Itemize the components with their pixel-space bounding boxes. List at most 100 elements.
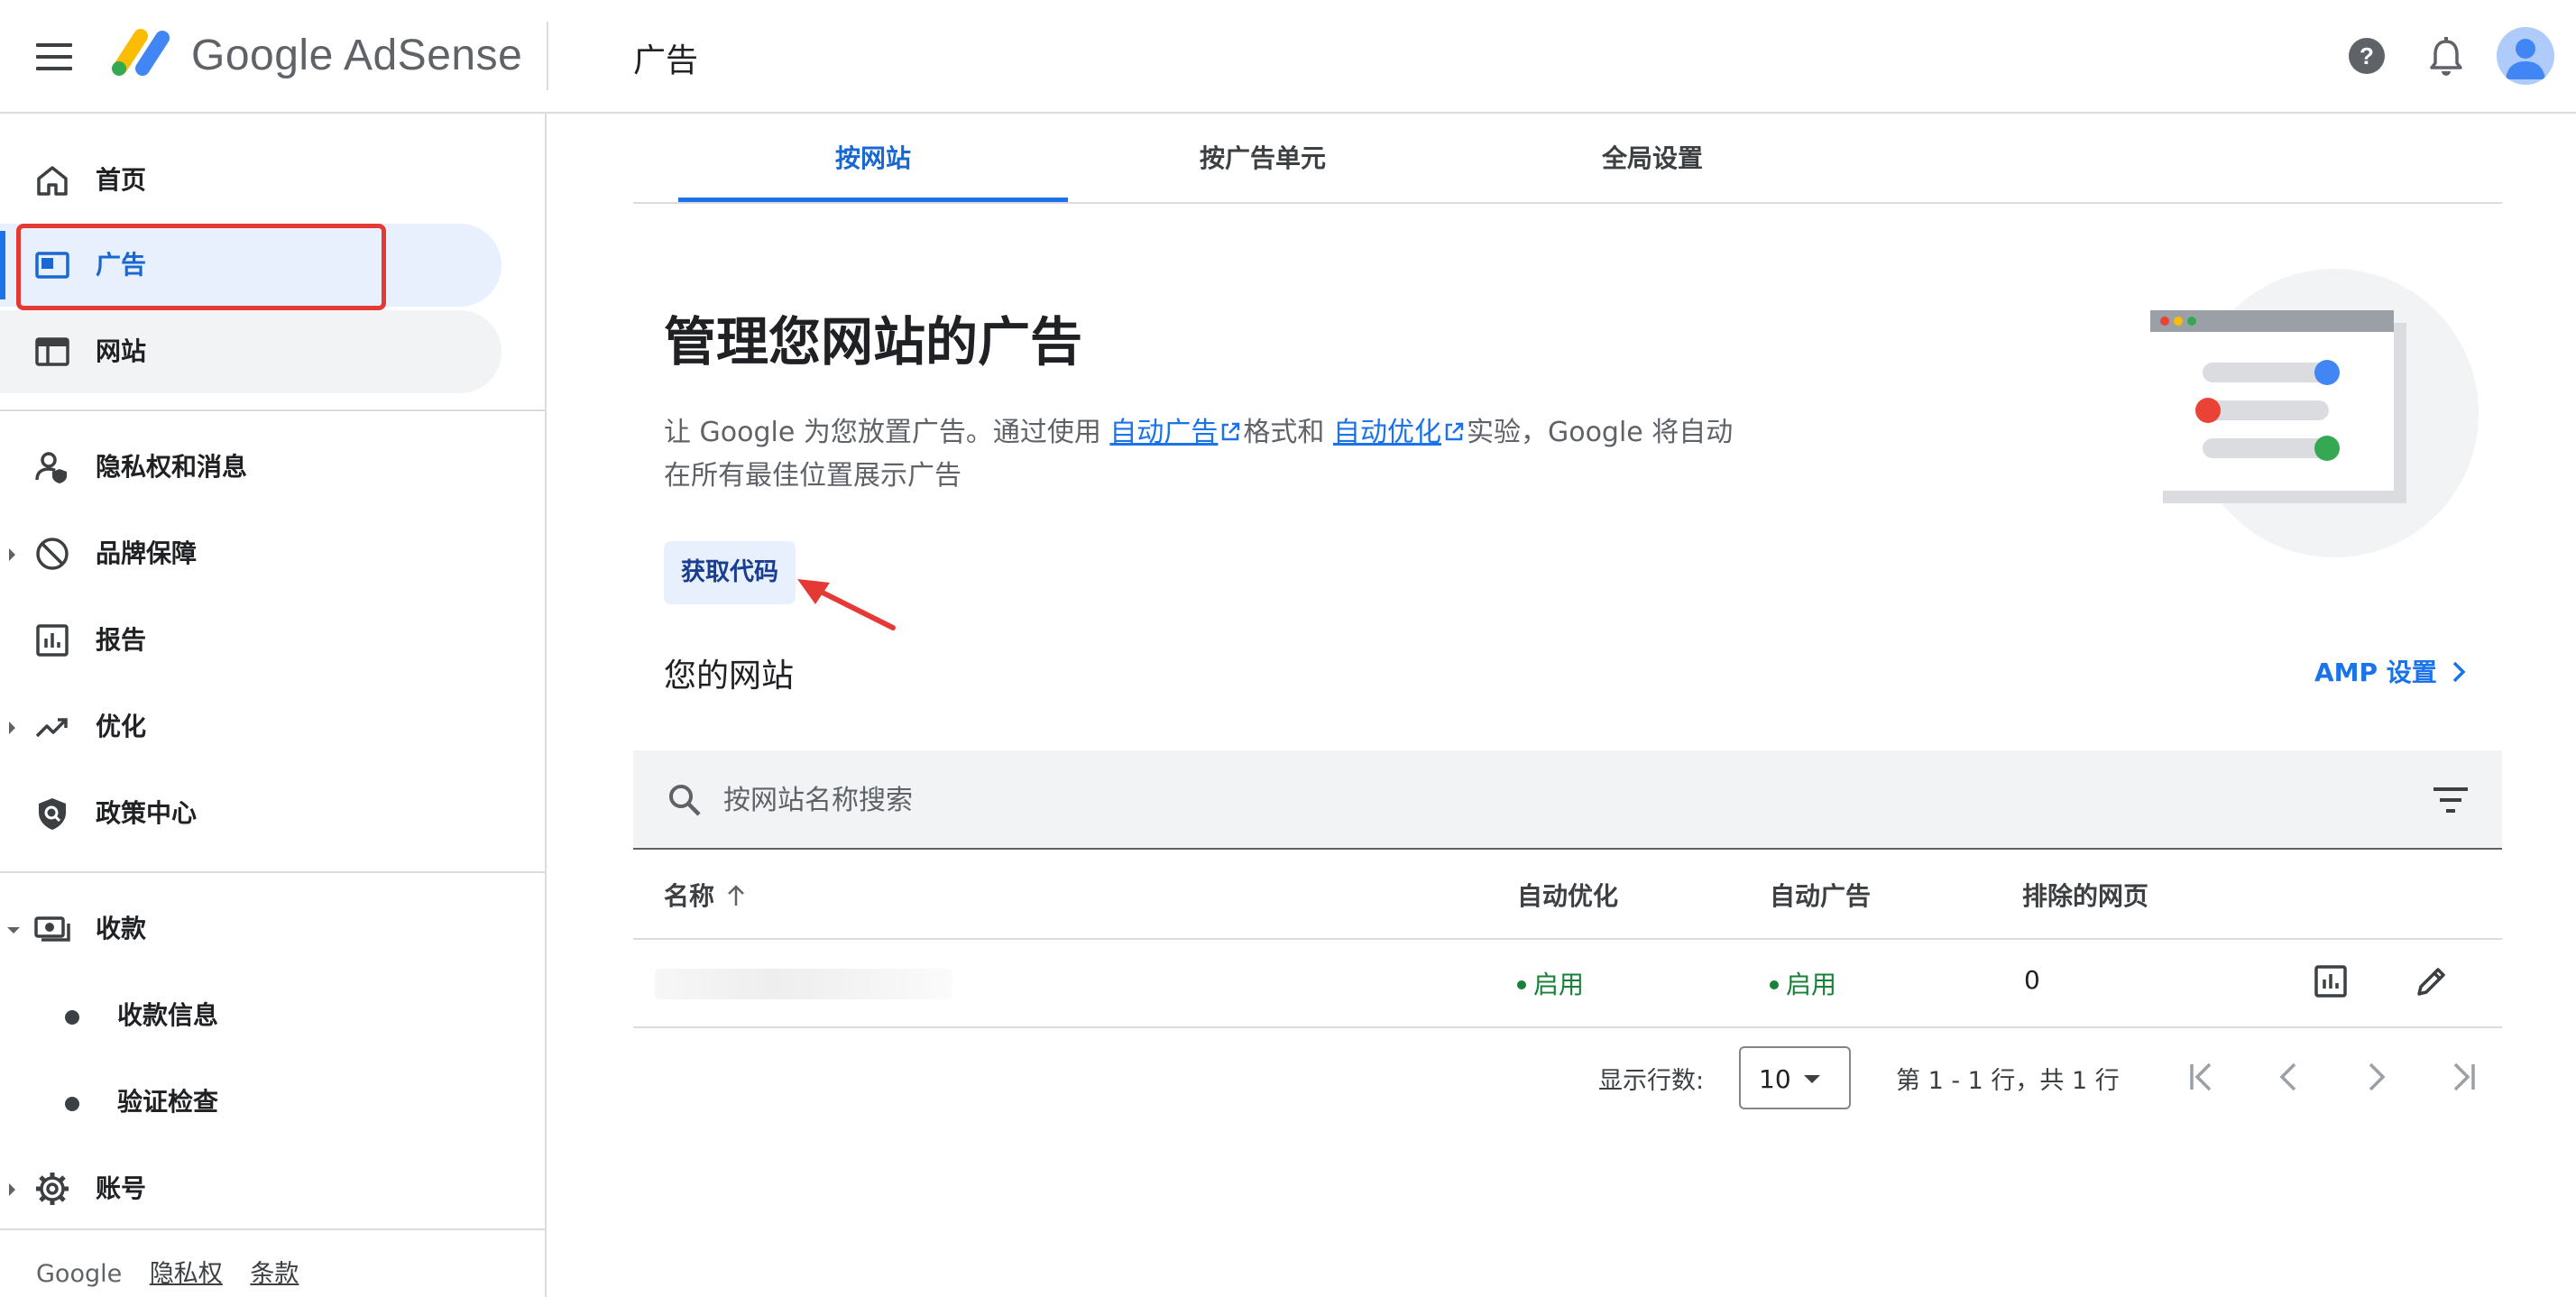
sidebar-item-brand-safety[interactable]: 品牌保障 bbox=[0, 512, 501, 595]
table-row[interactable]: 启用 启用 0 bbox=[633, 938, 2502, 1028]
edit-pencil-icon[interactable] bbox=[2414, 963, 2450, 999]
block-icon bbox=[36, 538, 69, 570]
top-app-bar: Google AdSense 广告 ? bbox=[0, 0, 2576, 114]
privacy-icon bbox=[35, 452, 67, 483]
sidebar-nav: 首页 广告 网站 隐私权和消息 品牌保障 报告 优化 政策中心 收款 收款信息 … bbox=[0, 114, 547, 1297]
browser-illustration bbox=[2150, 269, 2479, 557]
auto-ads-link[interactable]: 自动广告 bbox=[1109, 417, 1218, 448]
chevron-right-icon bbox=[2452, 661, 2466, 683]
sidebar-item-payments[interactable]: 收款 bbox=[0, 888, 501, 970]
bullet-dot-icon bbox=[65, 1097, 79, 1111]
home-icon bbox=[37, 166, 68, 196]
divider bbox=[0, 409, 547, 411]
sidebar-item-label: 账号 bbox=[96, 1173, 147, 1203]
column-auto-optimize-header: 自动优化 bbox=[1517, 881, 1619, 911]
tab-by-site[interactable]: 按网站 bbox=[678, 115, 1068, 202]
amp-settings-label: AMP 设置 bbox=[2314, 658, 2437, 687]
sidebar-item-privacy-messaging[interactable]: 隐私权和消息 bbox=[0, 426, 501, 509]
gear-icon bbox=[36, 1173, 69, 1205]
status-label: 启用 bbox=[1533, 970, 1585, 999]
hero-title: 管理您网站的广告 bbox=[664, 313, 1083, 372]
first-page-icon[interactable] bbox=[2185, 1059, 2221, 1095]
help-icon[interactable]: ? bbox=[2347, 36, 2387, 76]
sidebar-item-label: 首页 bbox=[96, 165, 147, 195]
next-page-icon[interactable] bbox=[2358, 1059, 2394, 1095]
get-code-button[interactable]: 获取代码 bbox=[664, 541, 796, 604]
adsense-logo-icon bbox=[112, 29, 170, 76]
sidebar-item-label: 品牌保障 bbox=[96, 538, 198, 568]
your-sites-heading: 您的网站 bbox=[664, 658, 795, 694]
sidebar-item-payments-info[interactable]: 收款信息 bbox=[0, 974, 501, 1057]
filter-icon[interactable] bbox=[2432, 785, 2470, 815]
sidebar-item-label: 收款信息 bbox=[117, 1000, 219, 1030]
last-page-icon[interactable] bbox=[2444, 1059, 2480, 1095]
desc-text: 让 Google 为您放置广告。通过使用 bbox=[664, 417, 1101, 448]
status-dot-icon bbox=[1770, 980, 1779, 989]
sidebar-item-label: 网站 bbox=[96, 336, 147, 366]
account-avatar[interactable] bbox=[2497, 27, 2554, 85]
privacy-link[interactable]: 隐私权 bbox=[150, 1260, 223, 1288]
sort-arrow-up-icon[interactable] bbox=[725, 884, 747, 907]
site-name-redacted[interactable] bbox=[655, 969, 952, 999]
column-name-header[interactable]: 名称 bbox=[664, 877, 747, 913]
page-range-text: 第 1 - 1 行，共 1 行 bbox=[1896, 1067, 2120, 1095]
sidebar-item-label: 政策中心 bbox=[96, 798, 198, 828]
status-dot-icon bbox=[1517, 980, 1526, 989]
page-title: 广告 bbox=[633, 42, 699, 79]
rows-per-page-label: 显示行数: bbox=[1598, 1067, 1705, 1095]
divider bbox=[0, 1228, 547, 1230]
annotation-arrow-icon bbox=[797, 579, 896, 630]
divider bbox=[0, 871, 547, 873]
column-auto-ads-header: 自动广告 bbox=[1770, 881, 1872, 911]
trending-up-icon bbox=[35, 718, 68, 738]
site-search-bar bbox=[633, 750, 2502, 850]
report-icon bbox=[36, 624, 69, 657]
report-icon[interactable] bbox=[2313, 963, 2349, 999]
sidebar-item-sites[interactable]: 网站 bbox=[0, 310, 501, 393]
column-label: 名称 bbox=[664, 881, 715, 911]
rows-per-page-select[interactable]: 10 bbox=[1739, 1046, 1851, 1109]
expand-caret-icon[interactable] bbox=[9, 1183, 15, 1196]
payments-icon bbox=[34, 916, 70, 942]
divider bbox=[547, 22, 548, 90]
site-search-input[interactable] bbox=[722, 774, 2349, 826]
auto-optimize-link[interactable]: 自动优化 bbox=[1333, 417, 1441, 448]
terms-link[interactable]: 条款 bbox=[250, 1260, 299, 1288]
sidebar-item-optimization[interactable]: 优化 bbox=[0, 685, 501, 768]
external-link-icon bbox=[1445, 422, 1464, 441]
svg-text:?: ? bbox=[2360, 42, 2374, 69]
auto-ads-status: 启用 bbox=[1770, 965, 1836, 1001]
sidebar-item-account[interactable]: 账号 bbox=[0, 1147, 501, 1230]
desc-text: 格式和 bbox=[1243, 417, 1325, 448]
bullet-dot-icon bbox=[65, 1010, 79, 1025]
collapse-caret-icon[interactable] bbox=[7, 927, 20, 934]
column-excluded-pages-header: 排除的网页 bbox=[2022, 881, 2149, 911]
sidebar-item-verification[interactable]: 验证检查 bbox=[0, 1061, 501, 1144]
policy-shield-icon bbox=[39, 798, 66, 830]
sites-icon bbox=[35, 337, 69, 366]
sidebar-item-home[interactable]: 首页 bbox=[0, 139, 501, 222]
external-link-icon bbox=[1222, 422, 1240, 441]
status-label: 启用 bbox=[1786, 970, 1837, 999]
search-icon bbox=[669, 785, 701, 816]
amp-settings-link[interactable]: AMP 设置 bbox=[2314, 653, 2468, 689]
tab-global-settings[interactable]: 全局设置 bbox=[1458, 115, 1847, 202]
dropdown-arrow-icon bbox=[1804, 1075, 1820, 1083]
tab-by-ad-unit[interactable]: 按广告单元 bbox=[1068, 115, 1458, 202]
rows-per-page-value: 10 bbox=[1759, 1064, 1791, 1094]
sidebar-footer: Google 隐私权 条款 bbox=[36, 1254, 299, 1289]
sidebar-item-label: 收款 bbox=[96, 914, 147, 943]
table-header: 名称 自动优化 自动广告 排除的网页 bbox=[633, 850, 2502, 940]
menu-icon[interactable] bbox=[36, 43, 72, 70]
app-logo-text: Google AdSense bbox=[191, 32, 523, 79]
sidebar-item-policy-center[interactable]: 政策中心 bbox=[0, 772, 501, 855]
excluded-pages-count: 0 bbox=[2024, 965, 2040, 995]
expand-caret-icon[interactable] bbox=[9, 722, 15, 734]
hero-description: 让 Google 为您放置广告。通过使用 自动广告 格式和 自动优化 实验，Goog… bbox=[664, 411, 1746, 498]
previous-page-icon[interactable] bbox=[2271, 1059, 2307, 1095]
person-icon bbox=[2506, 39, 2545, 79]
sidebar-item-reports[interactable]: 报告 bbox=[0, 599, 501, 682]
footer-google-text: Google bbox=[36, 1260, 123, 1288]
notifications-bell-icon[interactable] bbox=[2428, 36, 2464, 78]
expand-caret-icon[interactable] bbox=[9, 548, 15, 561]
